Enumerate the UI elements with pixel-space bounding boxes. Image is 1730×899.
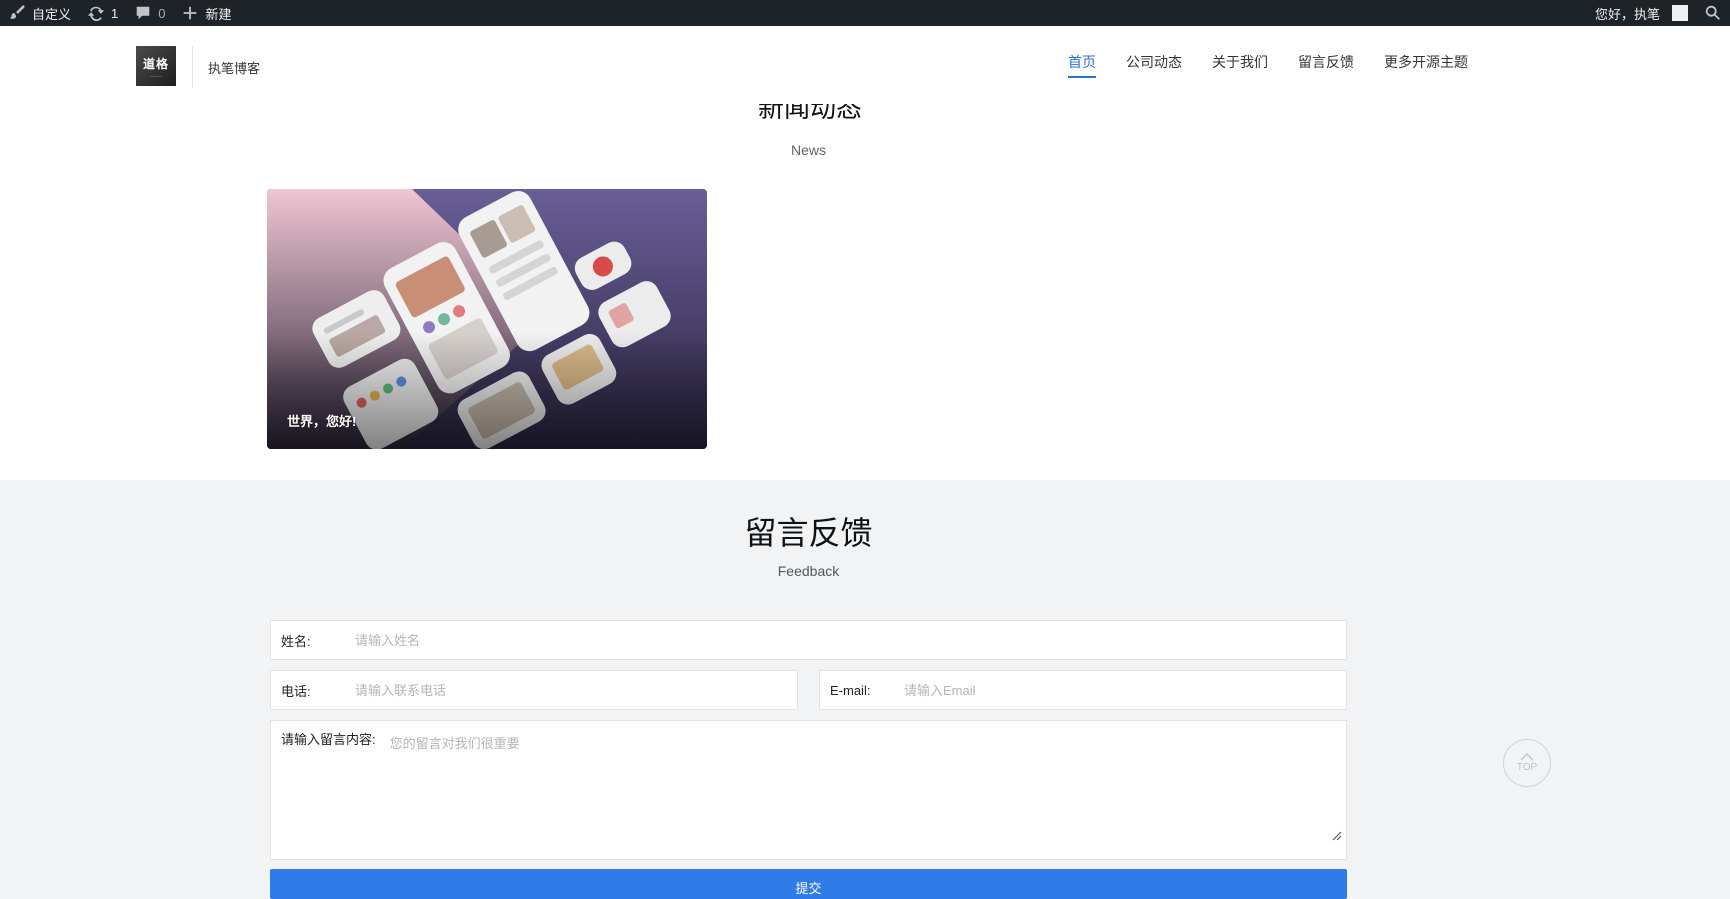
nav-item-home[interactable]: 首页 <box>1068 52 1096 80</box>
comment-icon <box>134 4 152 22</box>
email-input[interactable] <box>904 682 1346 698</box>
avatar <box>1672 5 1688 21</box>
nav-item-company-news[interactable]: 公司动态 <box>1126 52 1182 80</box>
site-name[interactable]: 执笔博客 <box>208 58 260 77</box>
name-label: 姓名: <box>281 633 311 649</box>
news-subtitle: News <box>790 142 826 158</box>
main-nav: 首页 公司动态 关于我们 留言反馈 更多开源主题 <box>1038 52 1468 80</box>
search-button[interactable] <box>1696 0 1730 26</box>
news-title: 新闻动态 <box>757 104 862 123</box>
resize-grip-icon[interactable] <box>1332 831 1342 841</box>
updates-icon <box>87 4 105 22</box>
message-label: 请输入留言内容: <box>281 732 376 747</box>
comments-count: 0 <box>158 5 166 21</box>
my-account-link[interactable]: 您好，执笔 <box>1587 0 1696 26</box>
name-field: 姓名: <box>270 620 1347 660</box>
logo-tagline-graphic: ——— <box>150 72 162 78</box>
phone-label: 电话: <box>281 683 311 699</box>
news-section: 新闻动态 News 世界，您好! <box>0 104 1730 480</box>
paintbrush-icon <box>8 4 26 22</box>
phone-field: 电话: <box>270 670 798 710</box>
submit-button[interactable]: 提交 <box>270 869 1347 899</box>
new-content-link[interactable]: 新建 <box>173 0 239 26</box>
greeting-text: 您好，执笔 <box>1594 6 1660 22</box>
message-textarea[interactable] <box>389 721 1346 839</box>
chevron-up-icon <box>1520 753 1534 761</box>
news-card-title: 世界，您好! <box>287 414 357 429</box>
nav-item-feedback[interactable]: 留言反馈 <box>1298 52 1354 80</box>
admin-bar: 自定义 1 0 新建 您好，执笔 <box>0 0 1730 26</box>
email-field: E-mail: <box>819 670 1347 710</box>
message-field: 请输入留言内容: <box>270 720 1347 860</box>
comments-link[interactable]: 0 <box>126 0 173 26</box>
search-icon <box>1704 4 1722 22</box>
back-to-top-button[interactable]: TOP <box>1503 739 1551 787</box>
logo-divider <box>192 46 193 88</box>
customize-label: 自定义 <box>32 6 72 22</box>
phone-input[interactable] <box>355 682 797 698</box>
news-card-image <box>267 189 707 449</box>
feedback-subtitle: Feedback <box>777 563 840 579</box>
top-label: TOP <box>1516 762 1538 773</box>
nav-item-more-themes[interactable]: 更多开源主题 <box>1384 52 1468 80</box>
name-input[interactable] <box>355 632 1346 648</box>
site-header: 道格 ——— 执笔博客 首页 公司动态 关于我们 留言反馈 更多开源主题 <box>0 26 1730 104</box>
nav-item-about[interactable]: 关于我们 <box>1212 52 1268 80</box>
customize-link[interactable]: 自定义 <box>0 0 79 26</box>
email-label: E-mail: <box>830 682 871 698</box>
feedback-title: 留言反馈 <box>744 515 873 551</box>
updates-link[interactable]: 1 <box>79 0 126 26</box>
logo-text: 道格 <box>142 56 169 71</box>
updates-count: 1 <box>111 5 119 21</box>
news-card[interactable]: 世界，您好! <box>267 189 707 449</box>
plus-icon <box>181 4 199 22</box>
site-logo[interactable]: 道格 ——— <box>136 46 176 86</box>
new-label: 新建 <box>205 6 232 22</box>
